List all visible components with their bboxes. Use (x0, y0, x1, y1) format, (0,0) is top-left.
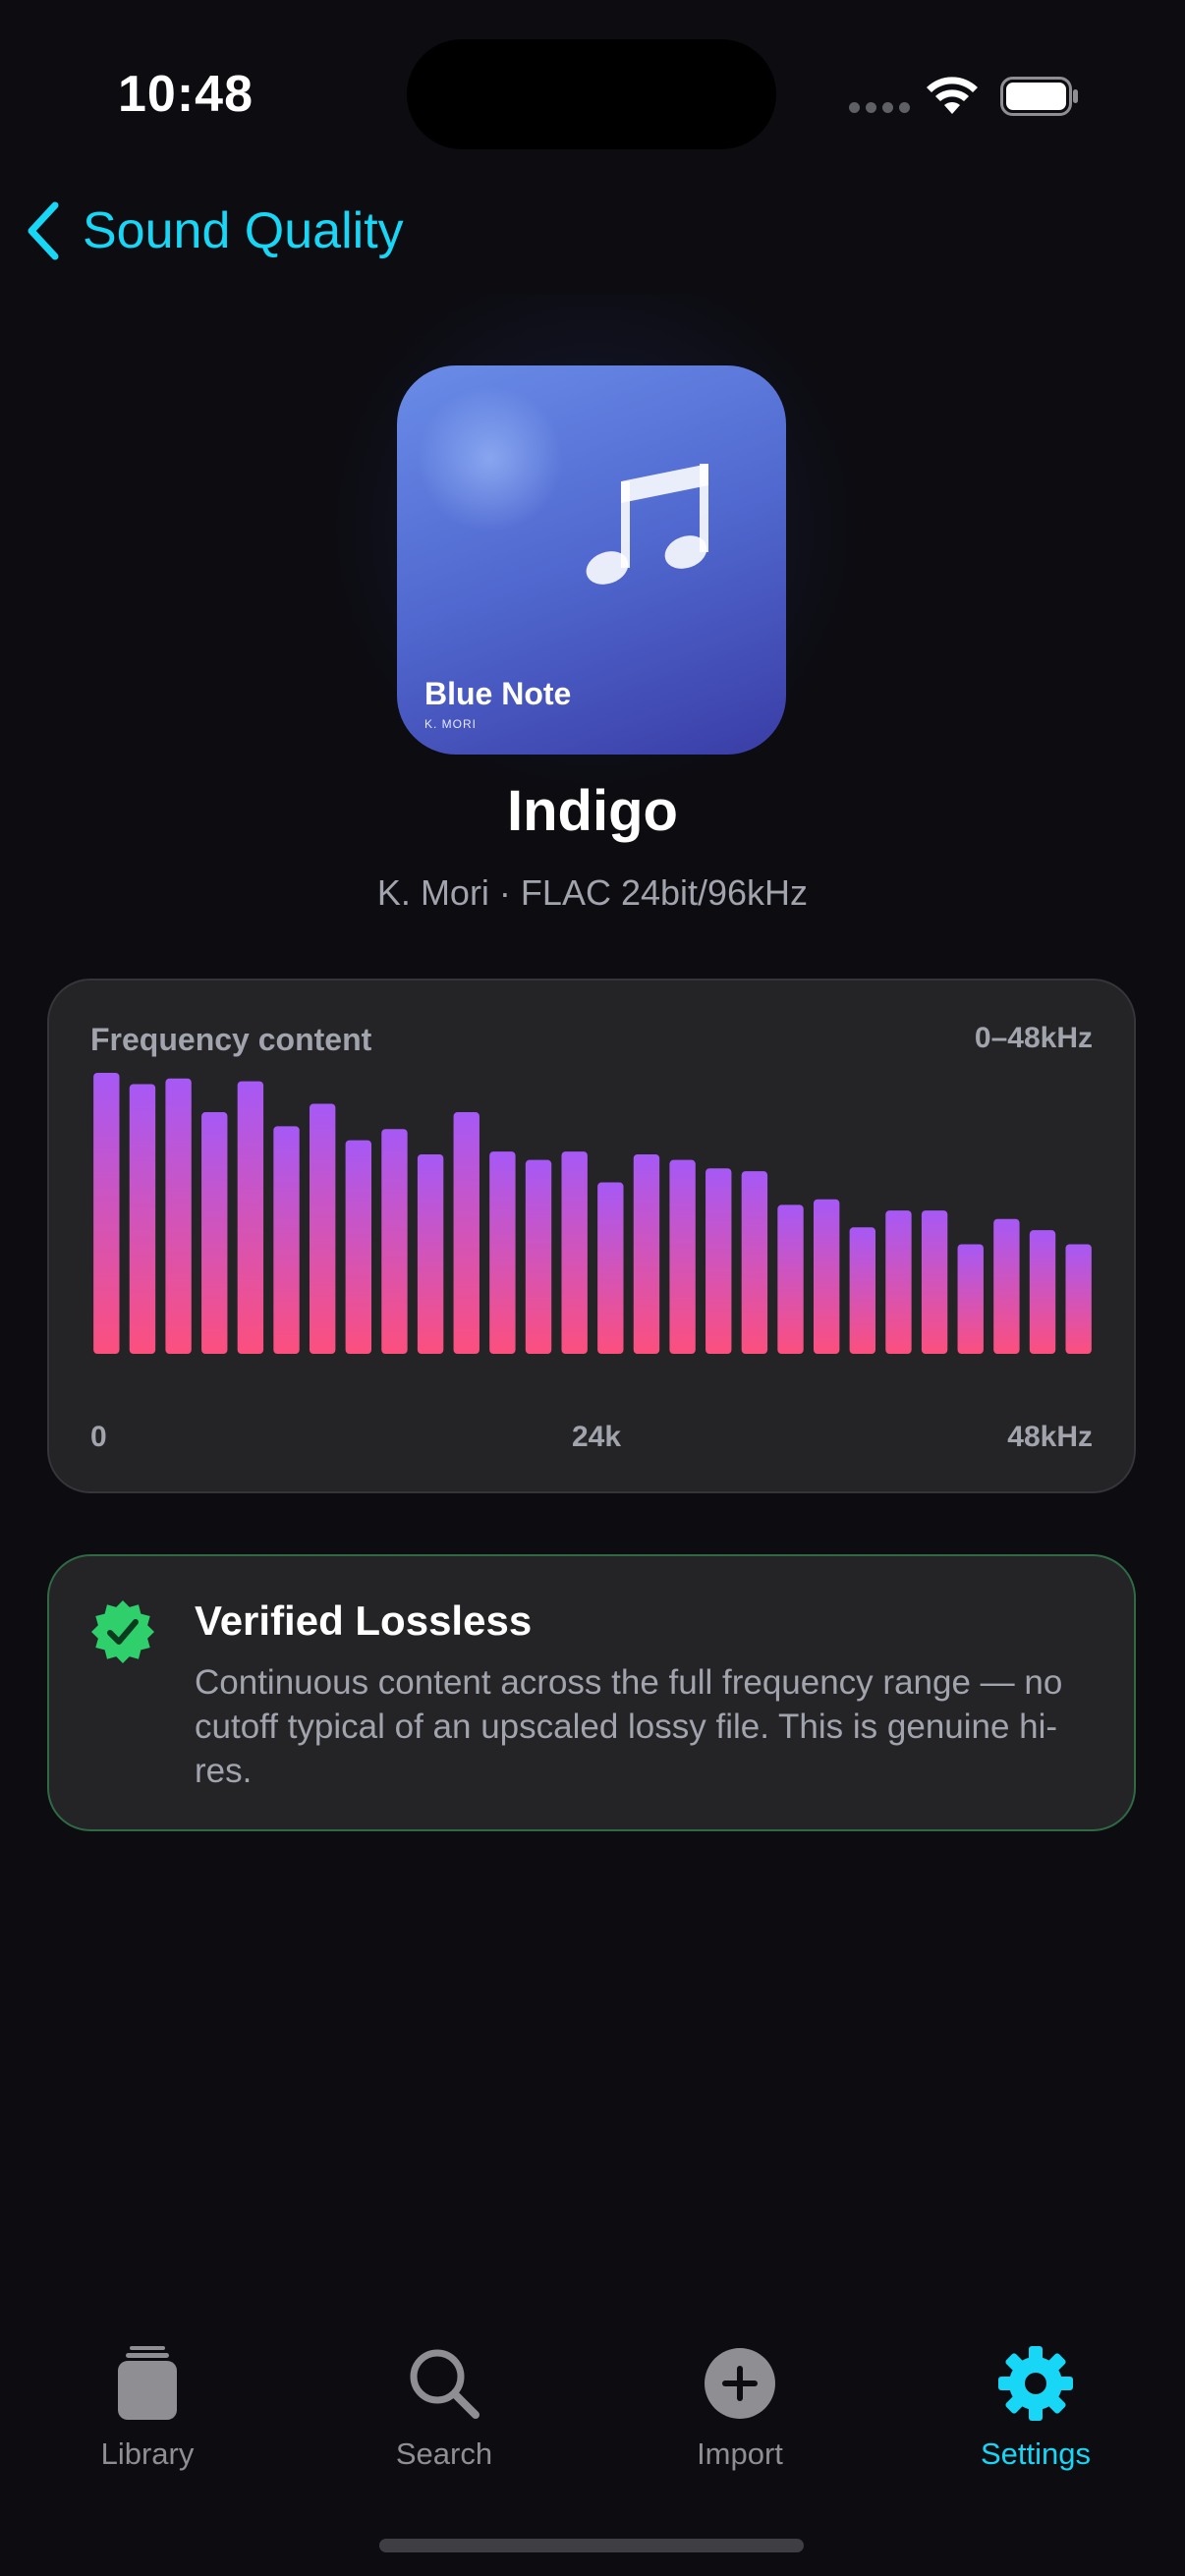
plus-circle-icon (705, 2348, 775, 2419)
back-button[interactable]: Sound Quality (24, 196, 404, 265)
album-art-highlight (417, 385, 564, 532)
frequency-bar (705, 1168, 732, 1354)
album-art-artist: K. MORI (424, 717, 478, 731)
frequency-range: 0–48kHz (974, 1022, 1093, 1054)
tab-search-label: Search (395, 2436, 493, 2471)
frequency-bar (597, 1182, 624, 1354)
wifi-icon (927, 77, 978, 114)
home-indicator[interactable] (379, 2539, 804, 2552)
frequency-bar (957, 1244, 984, 1354)
frequency-bar (93, 1073, 120, 1354)
frequency-bar (813, 1199, 840, 1354)
frequency-bar (633, 1153, 660, 1354)
frequency-bar (777, 1204, 804, 1354)
frequency-title: Frequency content (90, 1022, 372, 1057)
chevron-left-icon (28, 201, 59, 260)
frequency-bar (525, 1159, 552, 1354)
frequency-bar (993, 1218, 1020, 1354)
frequency-bar (1065, 1244, 1092, 1354)
cellular-signal-icon (849, 102, 910, 113)
search-icon (410, 2349, 480, 2419)
frequency-card: Frequency content 0–48kHz 0 24k 48kHz (47, 979, 1136, 1493)
tab-settings-label: Settings (980, 2436, 1091, 2471)
frequency-bar (165, 1078, 192, 1354)
music-note-icon (586, 464, 708, 585)
axis-label-end: 48kHz (1007, 1421, 1093, 1453)
frequency-bar (381, 1129, 408, 1354)
axis-label-start: 0 (90, 1421, 107, 1453)
tab-settings[interactable]: Settings (888, 2344, 1183, 2521)
frequency-chart (93, 1073, 1092, 1354)
frequency-bar (921, 1210, 948, 1354)
tab-import[interactable]: Import (592, 2344, 887, 2521)
album-art-title: Blue Note (424, 676, 572, 711)
verified-title: Verified Lossless (195, 1597, 533, 1644)
back-label: Sound Quality (83, 202, 404, 259)
tab-import-label: Import (697, 2436, 783, 2471)
frequency-bar (669, 1159, 696, 1354)
frequency-bar (201, 1112, 228, 1354)
frequency-bar (561, 1151, 588, 1354)
frequency-bar (1029, 1230, 1056, 1354)
library-icon (118, 2346, 177, 2420)
track-title: Indigo (507, 779, 678, 843)
frequency-bar (885, 1210, 912, 1354)
frequency-bar (129, 1084, 156, 1354)
frequency-bar (309, 1103, 336, 1354)
verified-card: Verified Lossless Continuous content acr… (47, 1554, 1136, 1831)
battery-icon (1000, 77, 1078, 116)
dynamic-island (407, 39, 776, 149)
axis-label-mid: 24k (571, 1421, 622, 1453)
album-art: Blue Note K. MORI (397, 365, 786, 755)
tab-library[interactable]: Library (0, 2344, 295, 2521)
tab-library-label: Library (100, 2436, 195, 2471)
gear-icon (998, 2346, 1073, 2421)
tab-bar: Library Search Import Settings (0, 2319, 1185, 2576)
frequency-bar (489, 1151, 516, 1354)
track-subtitle: K. Mori · FLAC 24bit/96kHz (376, 872, 809, 913)
status-time: 10:48 (118, 66, 254, 123)
frequency-bar (849, 1227, 876, 1354)
frequency-bar (741, 1171, 768, 1354)
frequency-bar (453, 1112, 480, 1354)
frequency-bar (273, 1126, 300, 1354)
frequency-bar (345, 1140, 372, 1354)
verified-badge-icon (91, 1600, 154, 1663)
frequency-bar (237, 1081, 264, 1354)
tab-search[interactable]: Search (297, 2344, 592, 2521)
verified-description: Continuous content across the full frequ… (195, 1663, 1063, 1790)
frequency-bar (417, 1153, 444, 1354)
